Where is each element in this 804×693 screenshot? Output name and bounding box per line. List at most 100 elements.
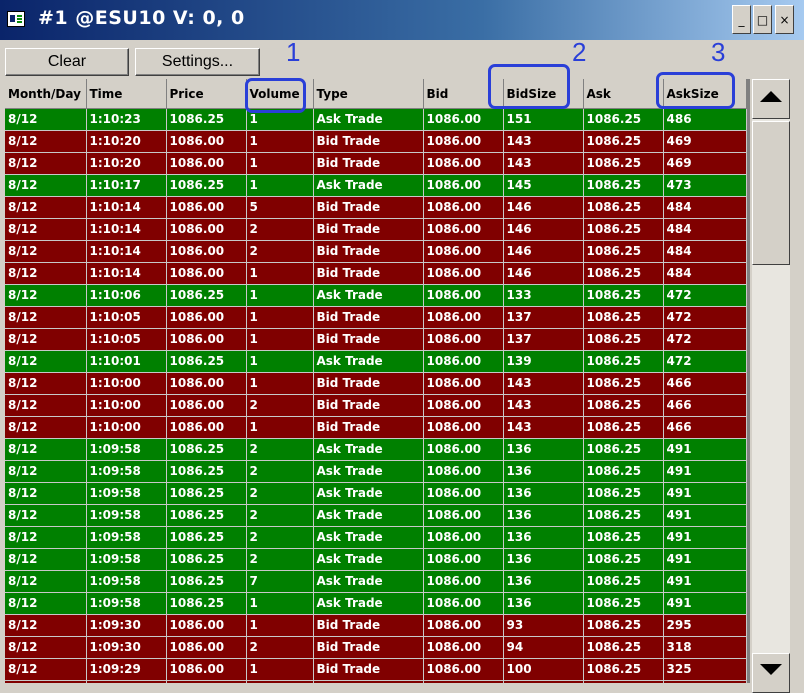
table-row[interactable]: 8/12 1:10:00 1086.00 2 Bid Trade 1086.00 143 10… <box>5 394 747 417</box>
cell-month-day: 8/12 <box>5 482 87 505</box>
cell-volume: 5 <box>246 196 314 219</box>
cell-time: 1:09:58 <box>86 548 167 571</box>
table-row[interactable]: 8/12 1:09:30 1086.00 1 Bid Trade 1086.00 93 108… <box>5 614 747 637</box>
cell-month-day: 8/12 <box>5 350 87 373</box>
cell-time: 1:09:29 <box>86 658 167 681</box>
annotation-box-bidsize <box>488 64 570 109</box>
table-row[interactable]: 8/12 1:09:58 1086.25 1 Ask Trade 1086.00 136 10… <box>5 592 747 615</box>
table-row[interactable]: 8/12 1:10:05 1086.00 1 Bid Trade 1086.00 137 10… <box>5 306 747 329</box>
cell-bidsize: 100 <box>503 658 584 681</box>
cell-bidsize: 143 <box>503 372 584 395</box>
scroll-down-button[interactable] <box>752 653 790 693</box>
table-row[interactable]: 8/12 1:10:14 1086.00 1 Bid Trade 1086.00 146 10… <box>5 262 747 285</box>
table-row[interactable]: 8/12 1:09:30 1086.00 2 Bid Trade 1086.00 94 108… <box>5 636 747 659</box>
cell-time: 1:09:58 <box>86 482 167 505</box>
cell-month-day: 8/12 <box>5 592 87 615</box>
cell-ask: 1086.25 <box>583 416 664 439</box>
table-row[interactable]: 8/12 1:10:20 1086.00 1 Bid Trade 1086.00 143 10… <box>5 152 747 175</box>
table-row[interactable]: 8/12 1:09:58 1086.25 2 Ask Trade 1086.00 136 10… <box>5 438 747 461</box>
table-row[interactable]: 8/12 1:10:05 1086.00 1 Bid Trade 1086.00 137 10… <box>5 328 747 351</box>
cell-bidsize: 146 <box>503 196 584 219</box>
cell-volume: 2 <box>246 394 314 417</box>
cell-type: Ask Trade <box>313 548 424 571</box>
table-row[interactable]: 8/12 1:09:58 1086.25 7 Ask Trade 1086.00 136 10… <box>5 570 747 593</box>
table-row[interactable]: 8/12 1:10:01 1086.25 1 Ask Trade 1086.00 139 10… <box>5 350 747 373</box>
vertical-scrollbar[interactable] <box>752 79 790 693</box>
table-row[interactable]: 8/12 1:10:00 1086.00 1 Bid Trade 1086.00 143 10… <box>5 416 747 439</box>
arrow-down-icon <box>760 664 782 675</box>
scroll-thumb[interactable] <box>752 121 790 265</box>
cell-type: Ask Trade <box>313 438 424 461</box>
cell-bidsize: 136 <box>503 504 584 527</box>
cell-type: Bid Trade <box>313 636 424 659</box>
cell-price: 1086.25 <box>166 174 247 197</box>
cell-ask: 1086.25 <box>583 504 664 527</box>
scroll-up-button[interactable] <box>752 79 790 119</box>
cell-type: Bid Trade <box>313 196 424 219</box>
cell-type: Bid Trade <box>313 240 424 263</box>
column-header-type[interactable]: Type <box>313 79 424 109</box>
cell-asksize: 472 <box>663 328 747 351</box>
clear-button[interactable]: Clear <box>5 48 129 76</box>
table-row[interactable]: 8/12 1:10:14 1086.00 2 Bid Trade 1086.00 146 10… <box>5 218 747 241</box>
cell-time: 1:09:58 <box>86 592 167 615</box>
cell-ask: 1086.25 <box>583 130 664 153</box>
cell-bid: 1086.00 <box>423 240 504 263</box>
cell-type: Bid Trade <box>313 152 424 175</box>
cell-asksize: 318 <box>663 636 747 659</box>
cell-ask: 1086.25 <box>583 284 664 307</box>
cell-asksize: 484 <box>663 262 747 285</box>
cell-ask: 1086.25 <box>583 570 664 593</box>
table-row[interactable]: 8/12 1:09:58 1086.25 2 Ask Trade 1086.00 136 10… <box>5 460 747 483</box>
table-row[interactable]: 8/12 1:10:00 1086.00 1 Bid Trade 1086.00 143 10… <box>5 372 747 395</box>
cell-month-day: 8/12 <box>5 438 87 461</box>
cell-type: Ask Trade <box>313 284 424 307</box>
cell-volume: 2 <box>246 526 314 549</box>
table-row[interactable]: 8/12 1:10:06 1086.25 1 Ask Trade 1086.00 133 10… <box>5 284 747 307</box>
cell-volume: 1 <box>246 592 314 615</box>
column-header-ask[interactable]: Ask <box>583 79 664 109</box>
trades-table: Month/Day Time Price Volume Type Bid Bid… <box>5 79 747 683</box>
table-row[interactable]: 8/12 1:10:20 1086.00 1 Bid Trade 1086.00 143 10… <box>5 130 747 153</box>
table-row[interactable]: 8/12 1:09:58 1086.25 2 Ask Trade 1086.00 136 10… <box>5 548 747 571</box>
cell-type: Bid Trade <box>313 218 424 241</box>
cell-price: 1086.25 <box>166 108 247 131</box>
cell-month-day: 8/12 <box>5 196 87 219</box>
cell-asksize: 473 <box>663 174 747 197</box>
close-button[interactable]: × <box>775 5 794 34</box>
settings-button[interactable]: Settings... <box>135 48 260 76</box>
time-and-sales-grid[interactable]: Month/Day Time Price Volume Type Bid Bid… <box>5 79 750 683</box>
minimize-button[interactable]: _ <box>732 5 751 34</box>
cell-bidsize: 151 <box>503 108 584 131</box>
cell-bidsize: 94 <box>503 636 584 659</box>
table-header-row: Month/Day Time Price Volume Type Bid Bid… <box>5 79 747 109</box>
app-window-icon <box>7 11 25 27</box>
table-row[interactable]: 8/12 1:09:58 1086.25 2 Ask Trade 1086.00 136 10… <box>5 482 747 505</box>
cell-bid: 1086.00 <box>423 460 504 483</box>
cell-volume: 1 <box>246 174 314 197</box>
cell-price: 1086.00 <box>166 130 247 153</box>
cell-volume: 2 <box>246 548 314 571</box>
cell-asksize: 484 <box>663 218 747 241</box>
cell-type: Ask Trade <box>313 504 424 527</box>
column-header-month-day[interactable]: Month/Day <box>5 79 87 109</box>
cell-asksize: 491 <box>663 482 747 505</box>
cell-price: 1086.25 <box>166 350 247 373</box>
column-header-time[interactable]: Time <box>86 79 167 109</box>
table-row[interactable]: 8/12 1:10:14 1086.00 2 Bid Trade 1086.00 146 10… <box>5 240 747 263</box>
cell-volume: 2 <box>246 636 314 659</box>
cell-month-day: 8/12 <box>5 152 87 175</box>
cell-bidsize: 143 <box>503 130 584 153</box>
column-header-price[interactable]: Price <box>166 79 247 109</box>
table-row[interactable]: 8/12 1:10:17 1086.25 1 Ask Trade 1086.00 145 10… <box>5 174 747 197</box>
table-row[interactable]: 8/12 1:10:14 1086.00 5 Bid Trade 1086.00 146 10… <box>5 196 747 219</box>
cell-ask: 1086.25 <box>583 108 664 131</box>
table-row[interactable]: 8/121:09:291086.001Bid Trade1086.0010010… <box>5 658 747 681</box>
table-row[interactable]: 8/12 1:09:58 1086.25 2 Ask Trade 1086.00 136 10… <box>5 504 747 527</box>
cell-asksize: 491 <box>663 548 747 571</box>
table-row[interactable]: 8/12 1:10:23 1086.25 1 Ask Trade 1086.00 151 10… <box>5 108 747 131</box>
table-row[interactable]: 8/12 1:09:58 1086.25 2 Ask Trade 1086.00 136 10… <box>5 526 747 549</box>
maximize-button[interactable]: □ <box>753 5 772 34</box>
cell-bidsize: 137 <box>503 306 584 329</box>
cell-bid: 1086.00 <box>423 174 504 197</box>
